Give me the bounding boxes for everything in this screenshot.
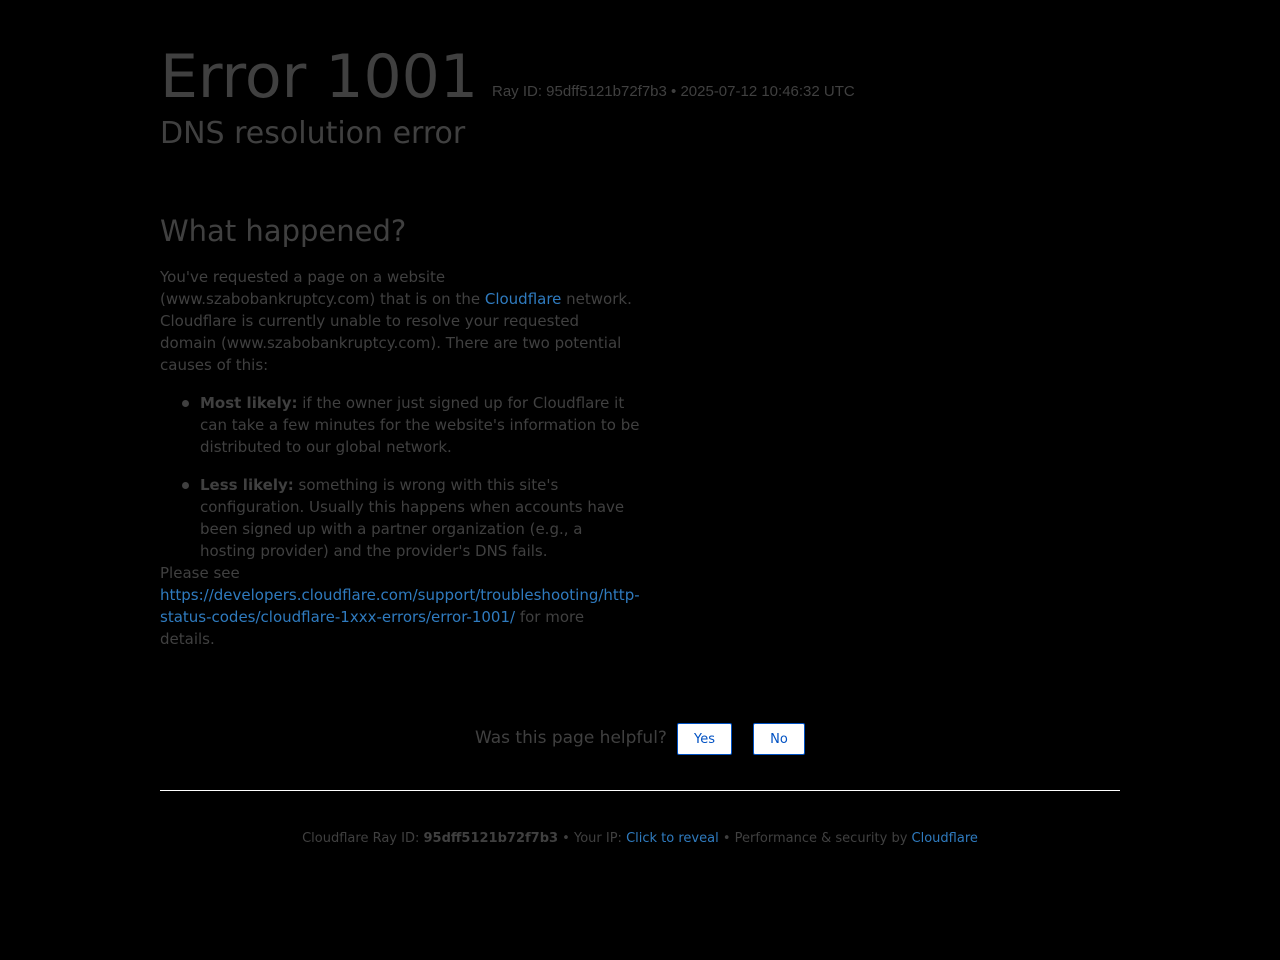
see-more-paragraph: Please see https://developers.cloudflare… [160, 562, 640, 650]
error-header: Error 1001 Ray ID: 95dff5121b72f7b3 • 20… [160, 40, 1120, 160]
list-item: Most likely: if the owner just signed up… [182, 392, 640, 458]
intro-text-part1: You've requested a page on a website (ww… [160, 268, 485, 308]
footer-perf-prefix: Performance & security by [734, 831, 912, 846]
footer-ray-id: 95dff5121b72f7b3 [423, 831, 559, 846]
footer-divider [160, 790, 1120, 791]
causes-list: Most likely: if the owner just signed up… [160, 392, 640, 562]
footer-separator: • [718, 831, 735, 846]
feedback-no-button[interactable]: No [753, 723, 805, 755]
cause-label: Less likely: [200, 476, 294, 494]
cloudflare-link[interactable]: Cloudflare [485, 290, 562, 308]
footer-separator: • [558, 831, 574, 846]
ray-id-timestamp: Ray ID: 95dff5121b72f7b3 • 2025-07-12 10… [492, 83, 855, 100]
reveal-ip-link[interactable]: Click to reveal [626, 831, 719, 846]
what-happened-heading: What happened? [160, 214, 407, 248]
footer-ip-prefix: Your IP: [573, 831, 627, 846]
cause-label: Most likely: [200, 394, 298, 412]
what-happened-intro: You've requested a page on a website (ww… [160, 266, 640, 376]
what-happened-section: What happened? You've requested a page o… [160, 210, 650, 650]
footer-ray-prefix: Cloudflare Ray ID: [302, 831, 424, 846]
feedback-bar: Was this page helpful? Yes No [160, 722, 1120, 758]
feedback-yes-button[interactable]: Yes [677, 723, 732, 755]
footer-cloudflare-link[interactable]: Cloudflare [912, 831, 978, 846]
error-code: Error 1001 [160, 42, 479, 112]
footer: Cloudflare Ray ID: 95dff5121b72f7b3 • Yo… [160, 830, 1120, 848]
feedback-question: Was this page helpful? [475, 728, 667, 748]
bullet-icon [182, 482, 189, 489]
list-item: Less likely: something is wrong with thi… [182, 474, 640, 562]
bullet-icon [182, 400, 189, 407]
see-prefix: Please see [160, 564, 240, 582]
error-title: DNS resolution error [160, 116, 466, 151]
